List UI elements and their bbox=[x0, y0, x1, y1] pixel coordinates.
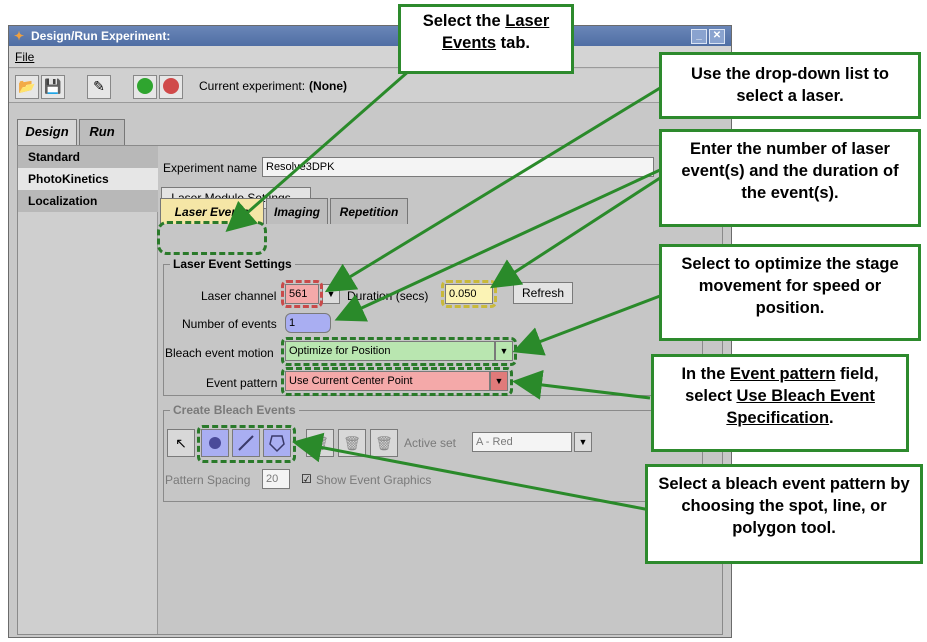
callout-1-pre: Select the bbox=[422, 12, 506, 30]
callout-5-underline-1: Event pattern bbox=[730, 365, 836, 383]
callout-5-underline-2: Use Bleach Event Specification bbox=[726, 387, 875, 427]
callout-1-post: tab. bbox=[496, 34, 531, 52]
callout-optimize-motion: Select to optimize the stage movement fo… bbox=[659, 244, 921, 341]
callout-event-pattern: In the Event pattern field, select Use B… bbox=[651, 354, 909, 452]
callout-number-duration: Enter the number of laser event(s) and t… bbox=[659, 129, 921, 227]
callout-laser-events-tab: Select the Laser Events tab. bbox=[398, 4, 574, 74]
callout-5-post: . bbox=[829, 409, 834, 427]
callout-select-laser: Use the drop-down list to select a laser… bbox=[659, 52, 921, 119]
callout-pattern-tools: Select a bleach event pattern by choosin… bbox=[645, 464, 923, 564]
callout-5-pre: In the bbox=[681, 365, 731, 383]
